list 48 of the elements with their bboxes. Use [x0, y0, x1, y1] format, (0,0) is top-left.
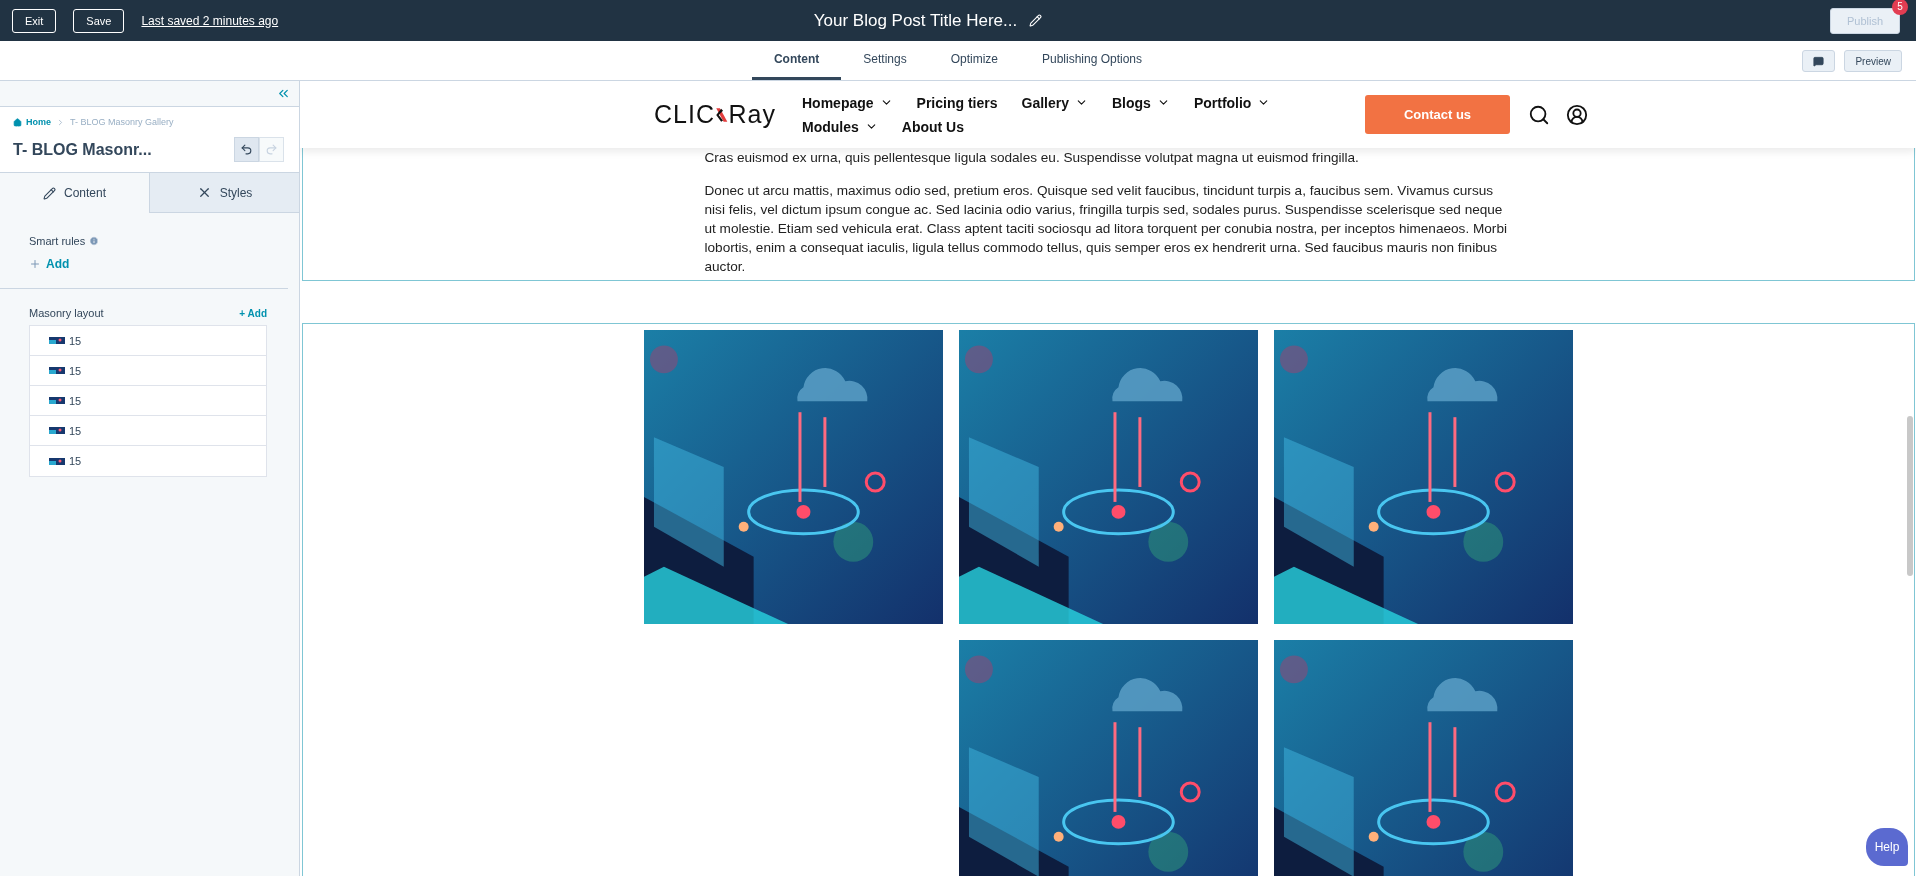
pencil-icon[interactable]	[1029, 14, 1043, 27]
nav-link[interactable]: About Us	[901, 118, 964, 135]
breadcrumb-current: T- BLOG Masonry Gallery	[70, 117, 174, 127]
undo-button[interactable]	[234, 137, 259, 162]
scrollbar-thumb[interactable]	[1907, 416, 1913, 576]
masonry-layout-label: Masonry layout	[29, 307, 104, 319]
user-icon[interactable]	[1566, 103, 1588, 126]
image-list-item[interactable]: 15	[30, 386, 266, 416]
save-button[interactable]: Save	[73, 8, 125, 33]
image-list-item[interactable]: 15	[30, 326, 266, 356]
preview-button[interactable]: Preview	[1844, 50, 1902, 72]
paragraph: Cras euismod ex urna, quis pellentesque ligula sodales eu. Suspendisse volutpat magna ut euismod fringilla.	[704, 149, 1360, 167]
plus-icon	[29, 258, 41, 270]
notification-badge: 5	[1892, 0, 1908, 15]
post-title: Your Blog Post Title Here...	[813, 10, 1018, 31]
last-saved-link[interactable]: Last saved 2 minutes ago	[141, 13, 279, 28]
image-list-item[interactable]: 15	[30, 416, 266, 446]
logo-text: Ray	[728, 100, 776, 129]
comment-icon	[1813, 55, 1825, 67]
nav-link[interactable]: Pricing tiers	[916, 94, 998, 111]
pencil-icon	[43, 186, 56, 200]
exit-button[interactable]: Exit	[12, 8, 57, 33]
image-list-item[interactable]: 15	[30, 446, 266, 476]
sidebar-tab[interactable]: Styles	[149, 173, 299, 213]
logo-text: CLIC	[654, 100, 715, 129]
nav-link[interactable]: Blogs	[1112, 94, 1170, 111]
info-icon[interactable]	[89, 236, 100, 246]
search-icon[interactable]	[1528, 103, 1550, 126]
editor-tab[interactable]: Settings	[841, 41, 929, 80]
nav-link[interactable]: Homepage	[802, 94, 893, 111]
home-icon	[13, 117, 22, 127]
module-title: T- BLOG Masonr...	[13, 140, 152, 159]
breadcrumb-link[interactable]: Home	[13, 117, 51, 127]
help-button[interactable]: Help	[1866, 828, 1908, 866]
redo-icon	[265, 143, 278, 156]
editor-tab[interactable]: Optimize	[928, 41, 1020, 80]
image-list-item[interactable]: 15	[30, 356, 266, 386]
logo[interactable]: CLIC Ray	[654, 100, 776, 129]
nav-link[interactable]: Modules	[802, 118, 878, 135]
undo-icon	[240, 143, 253, 156]
add-image-link[interactable]: + Add	[239, 307, 267, 319]
editor-tab[interactable]: Publishing Options	[1020, 41, 1165, 80]
chevron-right-icon	[56, 117, 65, 127]
nav-link[interactable]: Portfolio	[1193, 94, 1271, 111]
comments-button[interactable]	[1802, 50, 1836, 72]
nav-link[interactable]: Gallery	[1021, 94, 1088, 111]
paragraph: Donec ut arcu mattis, maximus odio sed, pretium eros. Quisque sed velit faucibus, tincidunt turpis a, faucibus sem. Vivamus cursus nisi felis, vel dictum ipsum congue ac. Sed lacinia odio varius, fringilla turpis sed, sodales purus. Suspendisse scelerisque sed neque ut molestie. Etiam sed vehicula erat. Class aptent taciti sociosqu ad litora torquent per conubia nostra, per inceptos himenaeos. Morbi lobortis, enim a consequat iaculis, ligula tellus commodo tellus, quis semper eros ex hendrerit urna. Sed faucibus mauris non finibus auctor.	[704, 182, 1508, 276]
smart-rules-label: Smart rules	[29, 235, 100, 247]
